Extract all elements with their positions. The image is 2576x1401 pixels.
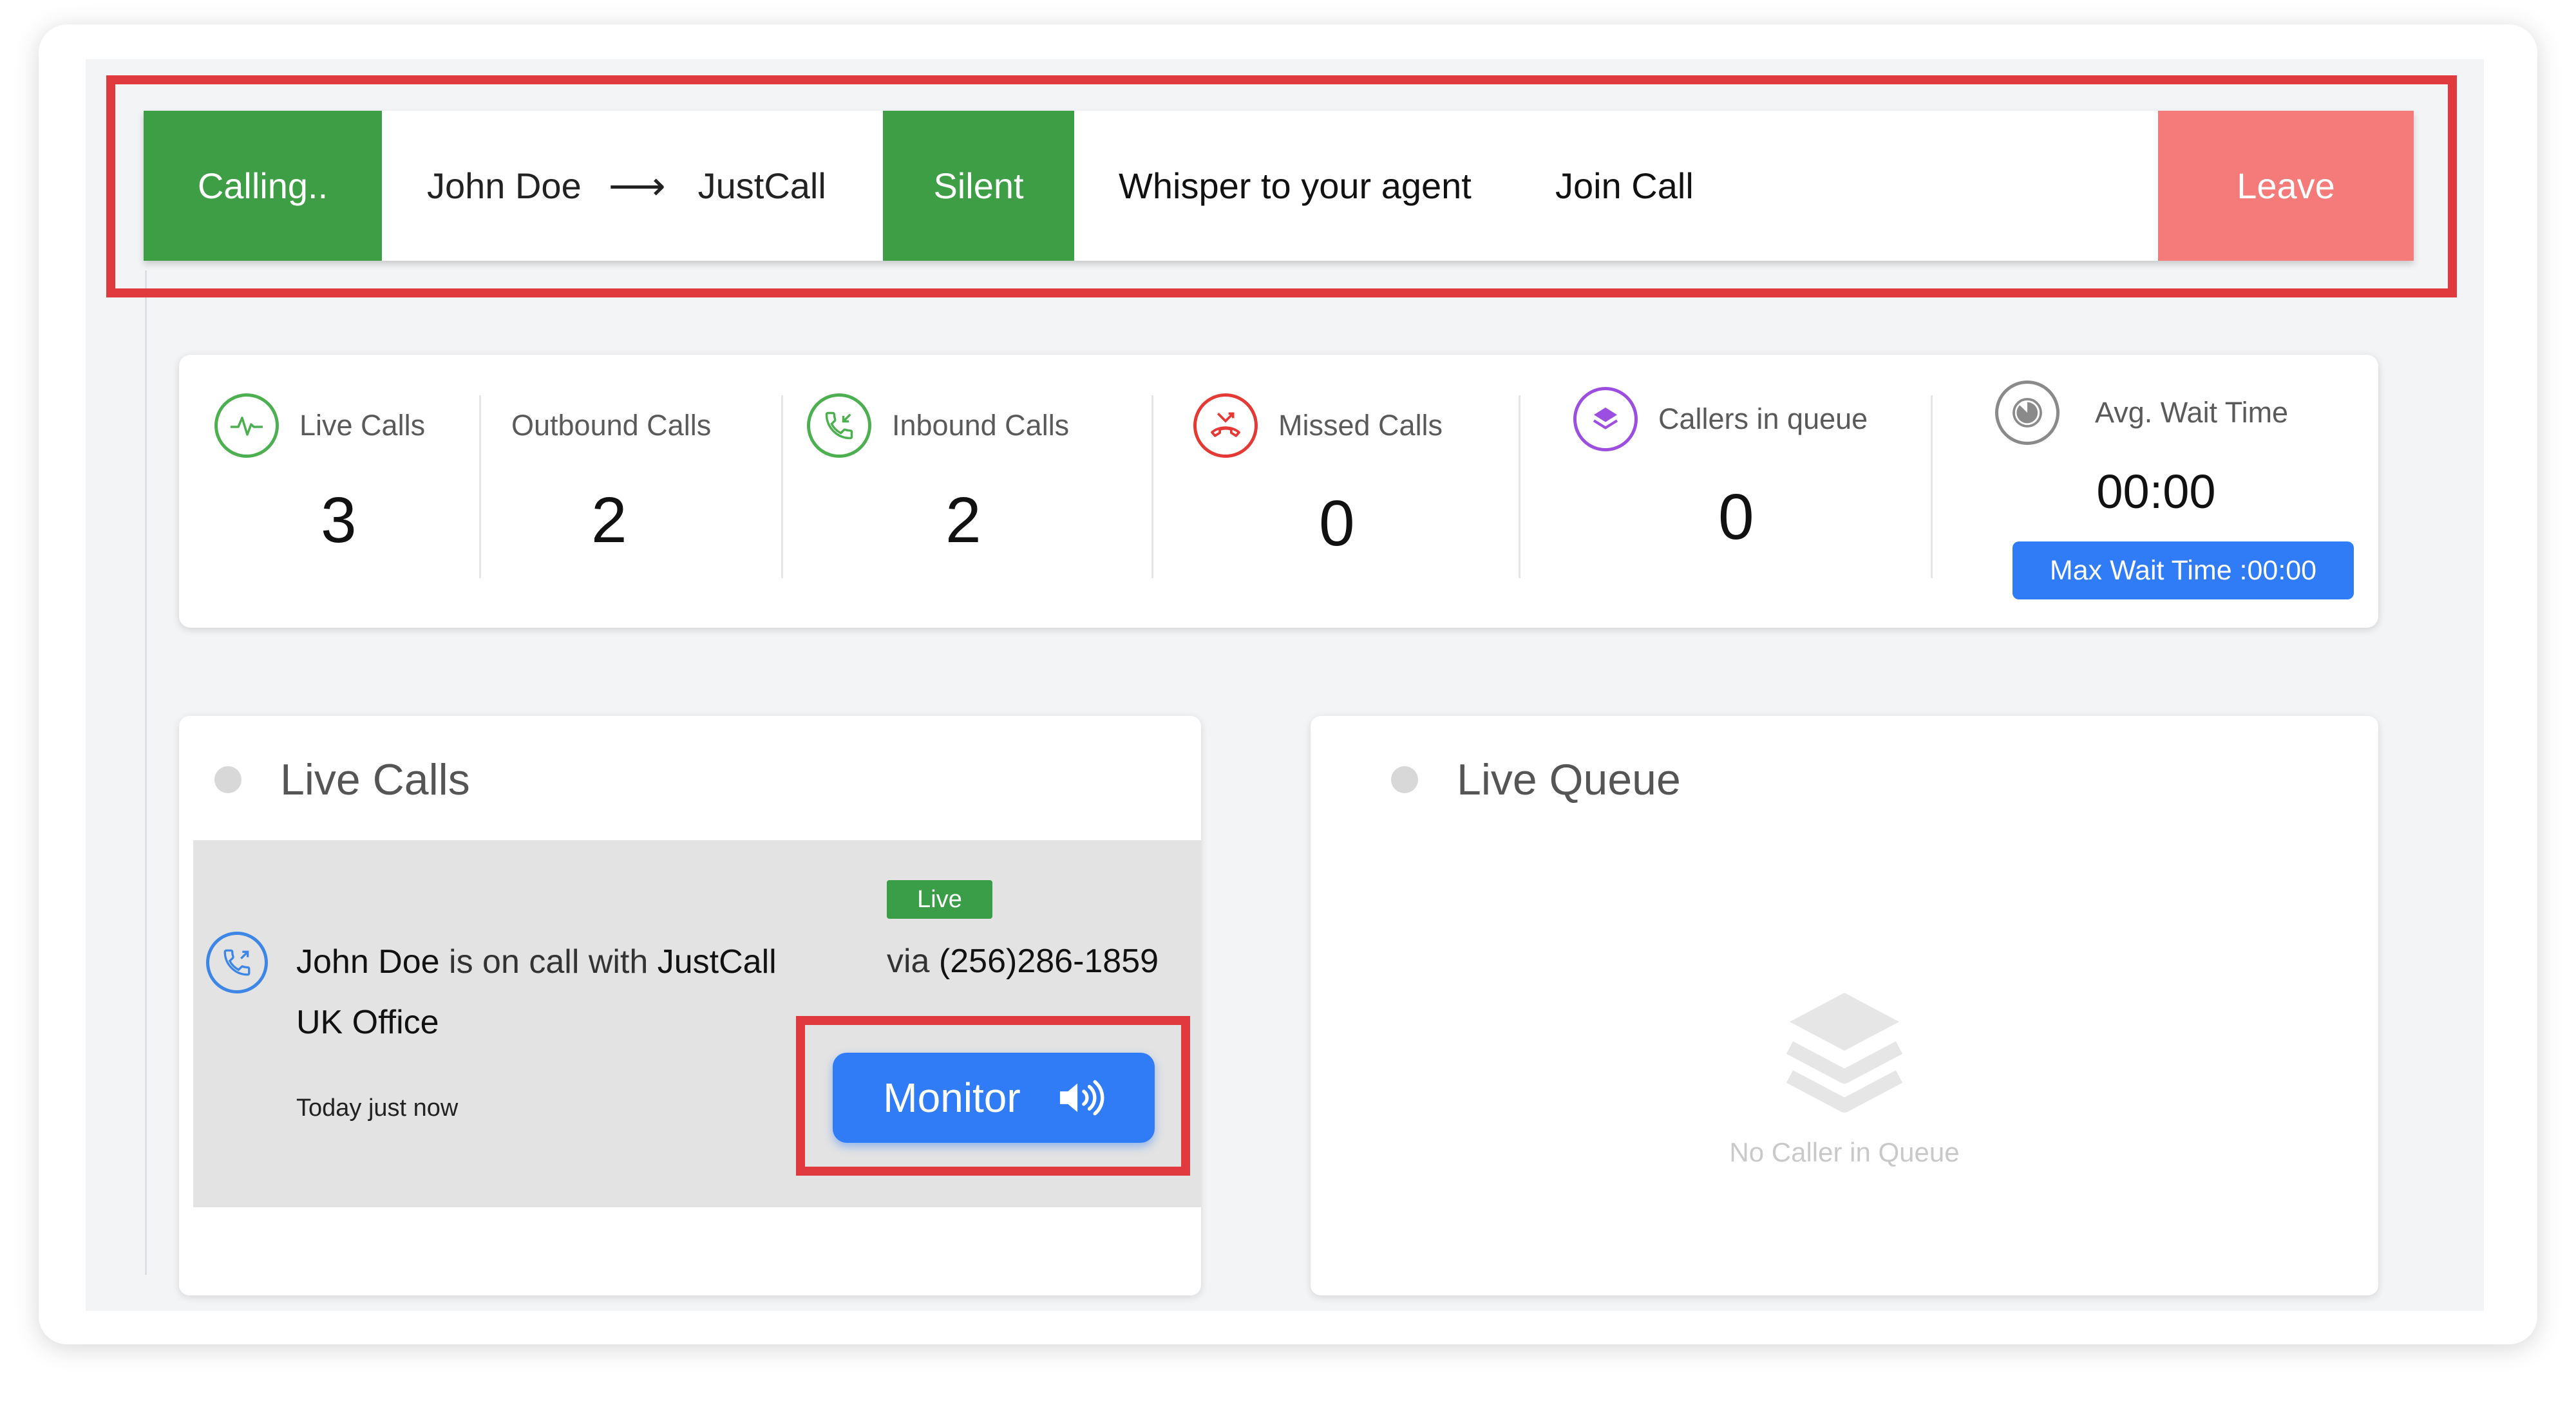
timer-icon <box>1995 381 2060 445</box>
stat-live-calls-head: Live Calls <box>214 393 425 458</box>
agent-name: John Doe <box>296 943 440 981</box>
stat-missed-head: Missed Calls <box>1193 393 1443 458</box>
call-connector-text: is on call with <box>439 943 658 981</box>
empty-queue-text: No Caller in Queue <box>1729 1137 1960 1167</box>
stat-live-calls: Live Calls 3 <box>179 355 475 628</box>
stat-value: 0 <box>1319 487 1355 559</box>
divider <box>1931 395 1933 578</box>
panel-title: Live Queue <box>1457 755 1681 804</box>
stat-outbound-head: Outbound Calls <box>511 393 711 458</box>
stat-label: Callers in queue <box>1658 402 1868 435</box>
stat-callers-queue: Callers in queue 0 <box>1522 355 1934 628</box>
stat-inbound-calls: Inbound Calls 2 <box>784 355 1158 628</box>
via-number: via (256)286-1859 <box>887 942 1159 981</box>
stat-label: Inbound Calls <box>892 409 1070 442</box>
stat-label: Avg. Wait Time <box>2095 396 2289 429</box>
max-wait-time-badge: Max Wait Time :00:00 <box>2012 541 2354 599</box>
stat-value: 0 <box>1718 481 1754 553</box>
missed-call-icon <box>1193 393 1258 458</box>
stat-value: 00:00 <box>2096 465 2216 518</box>
live-calls-panel: Live Calls John Doe is on call with Just… <box>179 716 1201 1295</box>
divider <box>1519 395 1520 578</box>
call-timestamp: Today just now <box>296 1095 459 1122</box>
divider <box>1151 395 1153 578</box>
stat-missed-calls: Missed Calls 0 <box>1155 355 1522 628</box>
stack-icon <box>1786 993 1903 1113</box>
live-badge: Live <box>887 880 992 919</box>
panel-title-live-calls: Live Calls <box>214 755 470 805</box>
monitor-highlight <box>796 1016 1190 1176</box>
stat-label: Outbound Calls <box>511 409 712 442</box>
via-prefix: via <box>887 943 939 980</box>
layers-icon <box>1573 387 1638 451</box>
call-bar-highlight <box>106 75 2457 297</box>
call-description: John Doe is on call with JustCall UK Off… <box>296 932 811 1053</box>
stats-card: Live Calls 3 Outbound Calls 2 Inbound Ca… <box>179 355 2378 628</box>
stat-label: Live Calls <box>299 409 426 442</box>
stat-queue-head: Callers in queue <box>1573 387 1868 451</box>
stat-avg-wait-head: Avg. Wait Time <box>1995 381 2288 445</box>
phone-icon <box>206 932 268 993</box>
stat-inbound-head: Inbound Calls <box>807 393 1069 458</box>
stat-label: Missed Calls <box>1278 409 1443 442</box>
divider <box>781 395 783 578</box>
live-queue-panel: Live Queue No Caller in Queue <box>1311 716 2378 1295</box>
stat-value: 2 <box>591 484 627 556</box>
pulse-icon <box>214 393 279 458</box>
status-dot-icon <box>214 766 242 793</box>
incoming-call-icon <box>807 393 871 458</box>
content-left-rule <box>145 270 147 1275</box>
status-dot-icon <box>1391 766 1418 793</box>
stat-value: 2 <box>945 484 981 556</box>
panel-title-live-queue: Live Queue <box>1391 755 1681 805</box>
via-phone-number: (256)286-1859 <box>938 943 1159 980</box>
divider <box>479 395 481 578</box>
stat-outbound-calls: Outbound Calls 2 <box>482 355 784 628</box>
stat-value: 3 <box>321 484 357 556</box>
panel-title: Live Calls <box>280 755 470 804</box>
empty-queue-state: No Caller in Queue <box>1311 986 2378 1168</box>
